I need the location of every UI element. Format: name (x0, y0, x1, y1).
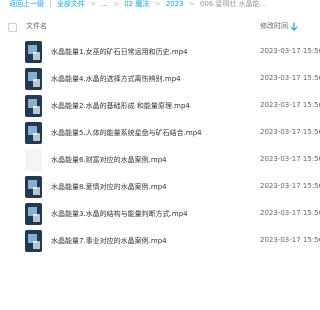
breadcrumb-divider: | (49, 0, 52, 8)
thumbnail-image (25, 41, 42, 63)
breadcrumb-chevron: > (90, 0, 96, 8)
file-name[interactable]: 水晶能量6.财富对应的水晶案例.mp4 (51, 155, 167, 165)
video-thumbnail[interactable] (25, 230, 42, 252)
file-modified-time: 2023-03-17 15:56 (260, 47, 320, 55)
file-name[interactable]: 水晶能量8.爱情对应的水晶案例.mp4 (51, 182, 167, 192)
thumbnail-image (25, 95, 42, 117)
file-row[interactable]: 水晶能量2.水晶的基础形成 和能量原理.mp4 2023-03-17 15:56 (0, 94, 320, 120)
file-name[interactable]: 水晶能量5.人体的能量系统星盘与矿石结合.mp4 (51, 128, 202, 138)
video-thumbnail[interactable] (25, 176, 42, 198)
thumbnail-image (25, 68, 42, 90)
back-link[interactable]: 返回上一级 (9, 0, 44, 9)
video-thumbnail[interactable] (25, 203, 42, 225)
file-modified-time: 2023-03-17 15:56 (260, 101, 320, 109)
breadcrumb-chevron: > (113, 0, 119, 8)
file-modified-time: 2023-03-17 15:56 (260, 155, 320, 163)
video-thumbnail[interactable] (25, 149, 42, 171)
select-all-checkbox[interactable] (8, 23, 17, 32)
video-thumbnail[interactable] (25, 122, 42, 144)
video-thumbnail[interactable] (25, 41, 42, 63)
thumbnail-image (25, 176, 42, 198)
breadcrumb-chevron: > (188, 0, 195, 8)
file-row[interactable]: 水晶能量6.财富对应的水晶案例.mp4 2023-03-17 15:56 (0, 148, 320, 174)
breadcrumb-all-files[interactable]: 全部文件 (57, 0, 85, 9)
file-row[interactable]: 水晶能量5.人体的能量系统星盘与矿石结合.mp4 2023-03-17 15:56 (0, 121, 320, 147)
file-modified-time: 2023-03-17 15:56 (260, 209, 320, 217)
column-header-time[interactable]: 修改时间 (260, 21, 288, 31)
file-name[interactable]: 水晶能量3.水晶的结构与能量判断方式.mp4 (51, 209, 188, 219)
file-modified-time: 2023-03-17 15:56 (260, 182, 320, 190)
breadcrumb-current: 006.星明社 水晶能... (199, 0, 267, 8)
file-row[interactable]: 水晶能量4.水晶的选择方式离伤辨别.mp4 2023-03-17 15:56 (0, 67, 320, 93)
file-modified-time: 2023-03-17 15:56 (260, 74, 320, 82)
file-name[interactable]: 水晶能量1.女巫的矿石日常运用和历史.mp4 (51, 47, 188, 57)
file-name[interactable]: 水晶能量2.水晶的基础形成 和能量原理.mp4 (51, 101, 190, 111)
file-name[interactable]: 水晶能量7.事业对应的水晶案例.mp4 (51, 236, 167, 246)
file-name[interactable]: 水晶能量4.水晶的选择方式离伤辨别.mp4 (51, 74, 181, 84)
breadcrumb-ellipsis[interactable]: ... (101, 0, 108, 9)
file-row[interactable]: 水晶能量1.女巫的矿石日常运用和历史.mp4 2023-03-17 15:56 (0, 40, 320, 66)
column-header-name[interactable]: 文件名 (26, 21, 47, 31)
breadcrumb: 返回上一级 | 全部文件 > ... > 02 魔法 > 2023 > 006.… (0, 0, 320, 10)
video-thumbnail[interactable] (25, 68, 42, 90)
file-row[interactable]: 水晶能量3.水晶的结构与能量判断方式.mp4 2023-03-17 15:56 (0, 202, 320, 228)
thumbnail-image (25, 203, 42, 225)
file-row[interactable]: 水晶能量7.事业对应的水晶案例.mp4 2023-03-17 15:56 (0, 229, 320, 255)
breadcrumb-folder-2023[interactable]: 2023 (166, 0, 184, 9)
file-modified-time: 2023-03-17 15:56 (260, 128, 320, 136)
thumbnail-image (25, 230, 42, 252)
sort-descending-icon[interactable] (290, 22, 298, 31)
breadcrumb-chevron: > (154, 0, 161, 8)
thumbnail-image (25, 122, 42, 144)
file-modified-time: 2023-03-17 15:56 (260, 236, 320, 244)
breadcrumb-folder-magic[interactable]: 02 魔法 (124, 0, 149, 9)
video-thumbnail[interactable] (25, 95, 42, 117)
file-list-header: 文件名 修改时间 (0, 14, 320, 40)
file-row[interactable]: 水晶能量8.爱情对应的水晶案例.mp4 2023-03-17 15:56 (0, 175, 320, 201)
